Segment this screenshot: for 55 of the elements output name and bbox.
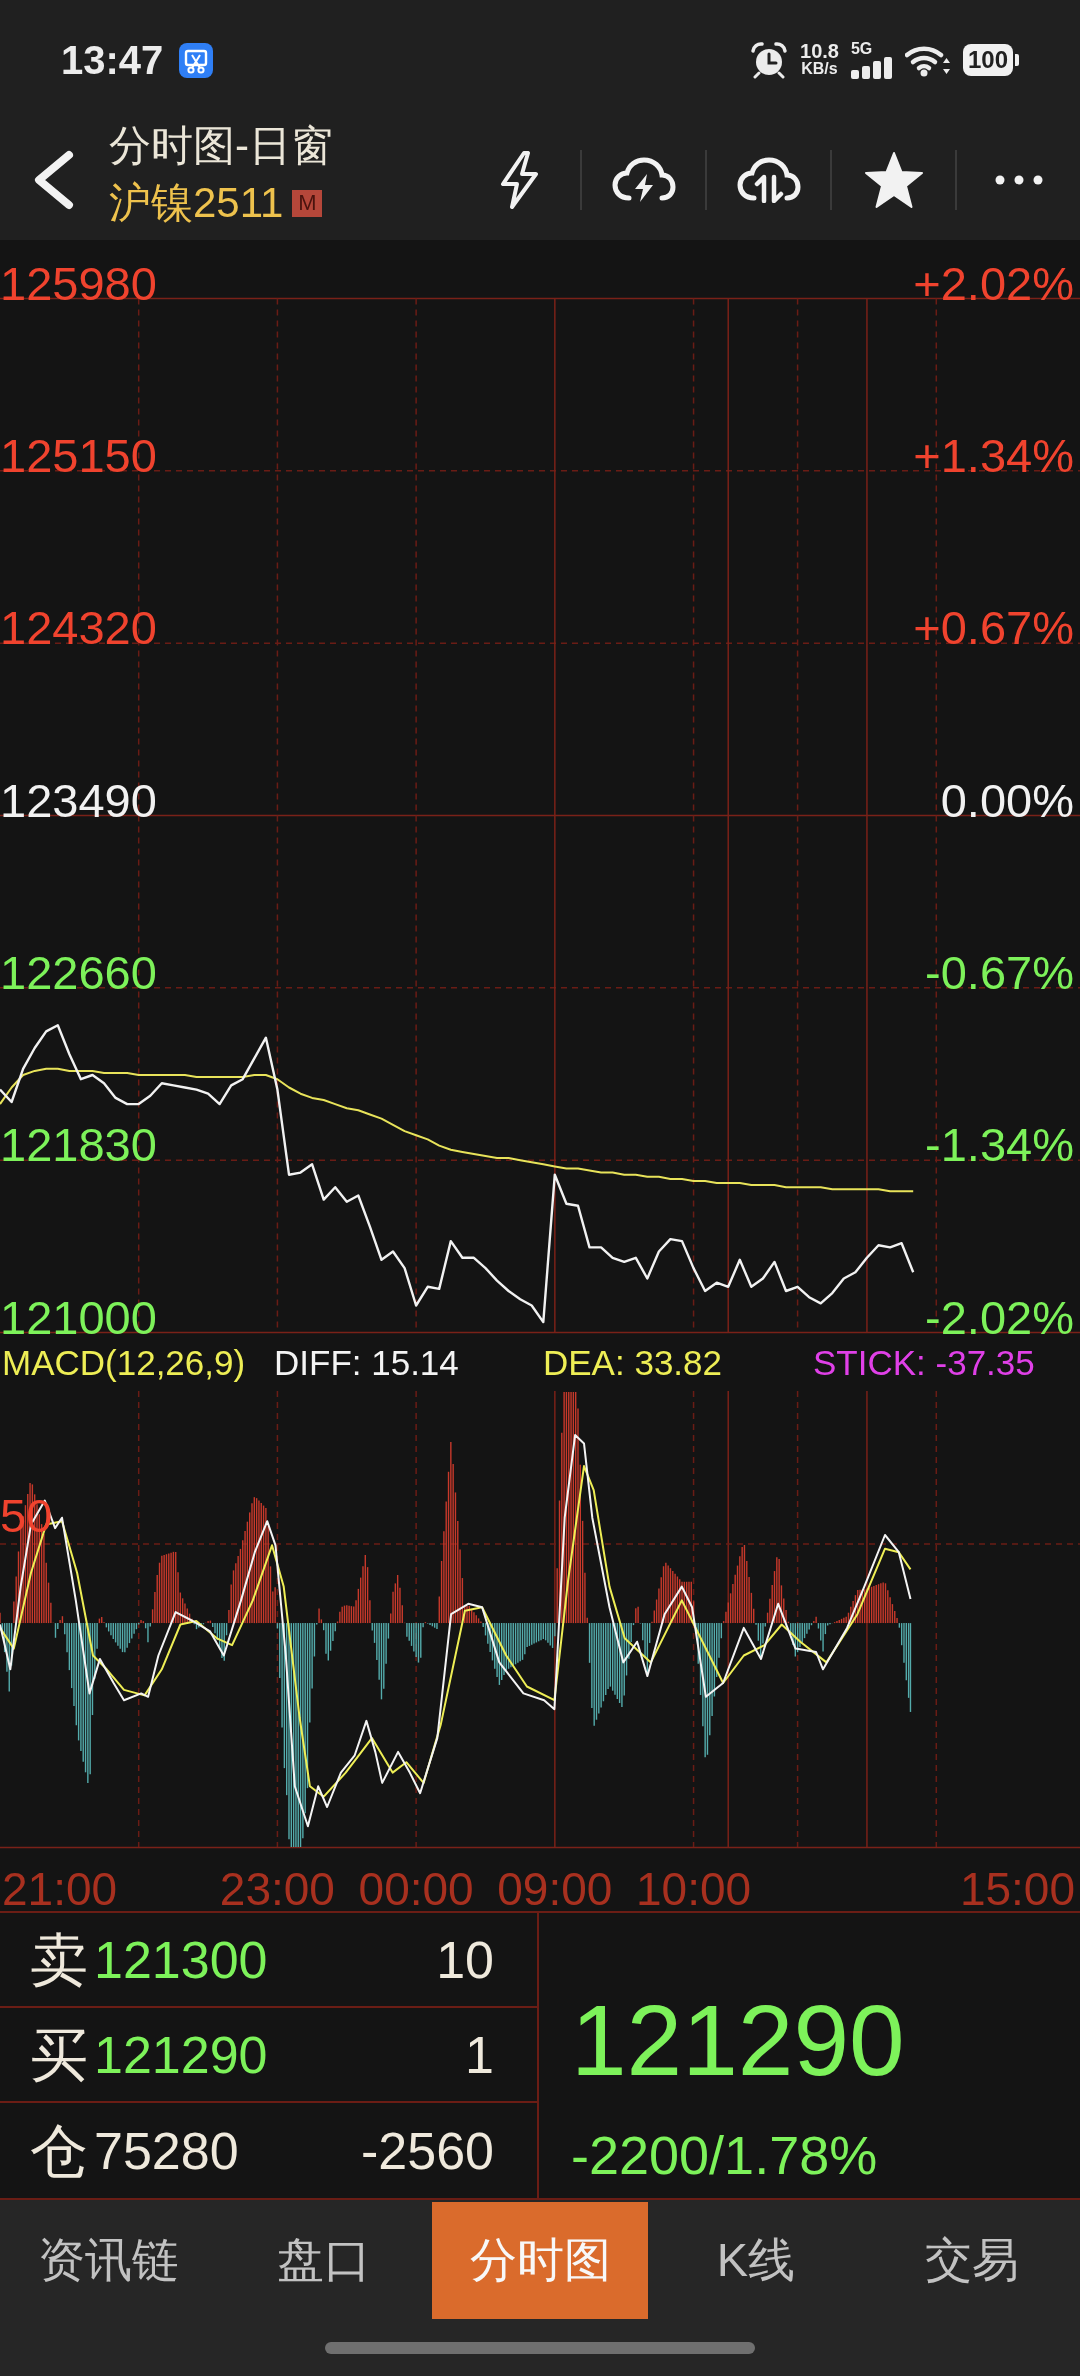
quote-label: 仓: [30, 2121, 88, 2180]
network-speed: 10.8: [800, 42, 839, 60]
time-axis-label: 23:00: [219, 1863, 335, 1911]
symbol-name: 沪镍2511: [109, 178, 284, 228]
price-change: -2200/1.78%: [571, 2124, 878, 2186]
tab[interactable]: 资讯链: [0, 2202, 216, 2319]
percent-axis-label: -0.67%: [925, 945, 1074, 999]
quote-price: 121290: [94, 2024, 268, 2085]
network-type: 5G: [850, 41, 873, 56]
price-axis-label: 121000: [0, 1290, 157, 1335]
percent-axis-label: -2.02%: [925, 1290, 1074, 1335]
cloud-lightning-icon[interactable]: [611, 157, 676, 203]
time-axis-label: 21:00: [2, 1863, 118, 1911]
star-icon[interactable]: [863, 151, 924, 209]
cloud-arrows-icon[interactable]: [736, 157, 801, 203]
wifi-icon: [904, 43, 951, 77]
quote-price: 121300: [94, 1929, 268, 1990]
dea-value: DEA: 33.82: [543, 1343, 723, 1383]
price-axis-label: 122660: [0, 945, 157, 999]
market-tag: M: [292, 189, 323, 217]
percent-axis-label: +1.34%: [913, 428, 1074, 482]
time-axis-label: 15:00: [959, 1863, 1075, 1911]
speed-unit: KB/s: [801, 60, 838, 78]
price-axis-label: 123490: [0, 773, 157, 827]
price-axis-label: 125150: [0, 428, 157, 482]
quote-label: 买: [30, 2025, 88, 2084]
percent-axis-label: 0.00%: [940, 773, 1074, 827]
quote-volume: 1: [465, 2024, 494, 2085]
tab[interactable]: 交易: [864, 2202, 1080, 2319]
macd-title: MACD(12,26,9): [2, 1343, 247, 1383]
percent-axis-label: +0.67%: [913, 601, 1074, 655]
quote-label: 卖: [30, 1930, 88, 1989]
price-axis-label: 124320: [0, 601, 157, 655]
last-price: 121290: [571, 1983, 905, 2098]
alarm-clock-icon: [750, 41, 788, 79]
time-axis-label: 09:00: [497, 1863, 613, 1911]
page-title: 分时图-日窗: [109, 121, 333, 171]
quote-price: 75280: [94, 2120, 239, 2181]
quote-volume: 10: [436, 1929, 494, 1990]
signal-icon: [850, 56, 893, 79]
percent-axis-label: +2.02%: [913, 256, 1074, 310]
scissors-icon: [179, 42, 214, 78]
time-axis-label: 00:00: [358, 1863, 474, 1911]
tab[interactable]: 盘口: [216, 2202, 432, 2319]
status-time: 13:47: [61, 37, 164, 83]
percent-axis-label: -1.34%: [925, 1118, 1074, 1172]
price-axis-label: 121830: [0, 1118, 157, 1172]
more-icon[interactable]: [994, 175, 1043, 185]
quote-volume: -2560: [361, 2120, 494, 2181]
diff-value: DIFF: 15.14: [274, 1343, 460, 1383]
battery-percentage: 100: [962, 44, 1013, 76]
time-axis-label: 10:00: [636, 1863, 752, 1911]
stick-value: STICK: -37.35: [813, 1343, 1036, 1383]
price-axis-label: 125980: [0, 256, 157, 310]
tab[interactable]: K线: [648, 2202, 864, 2319]
